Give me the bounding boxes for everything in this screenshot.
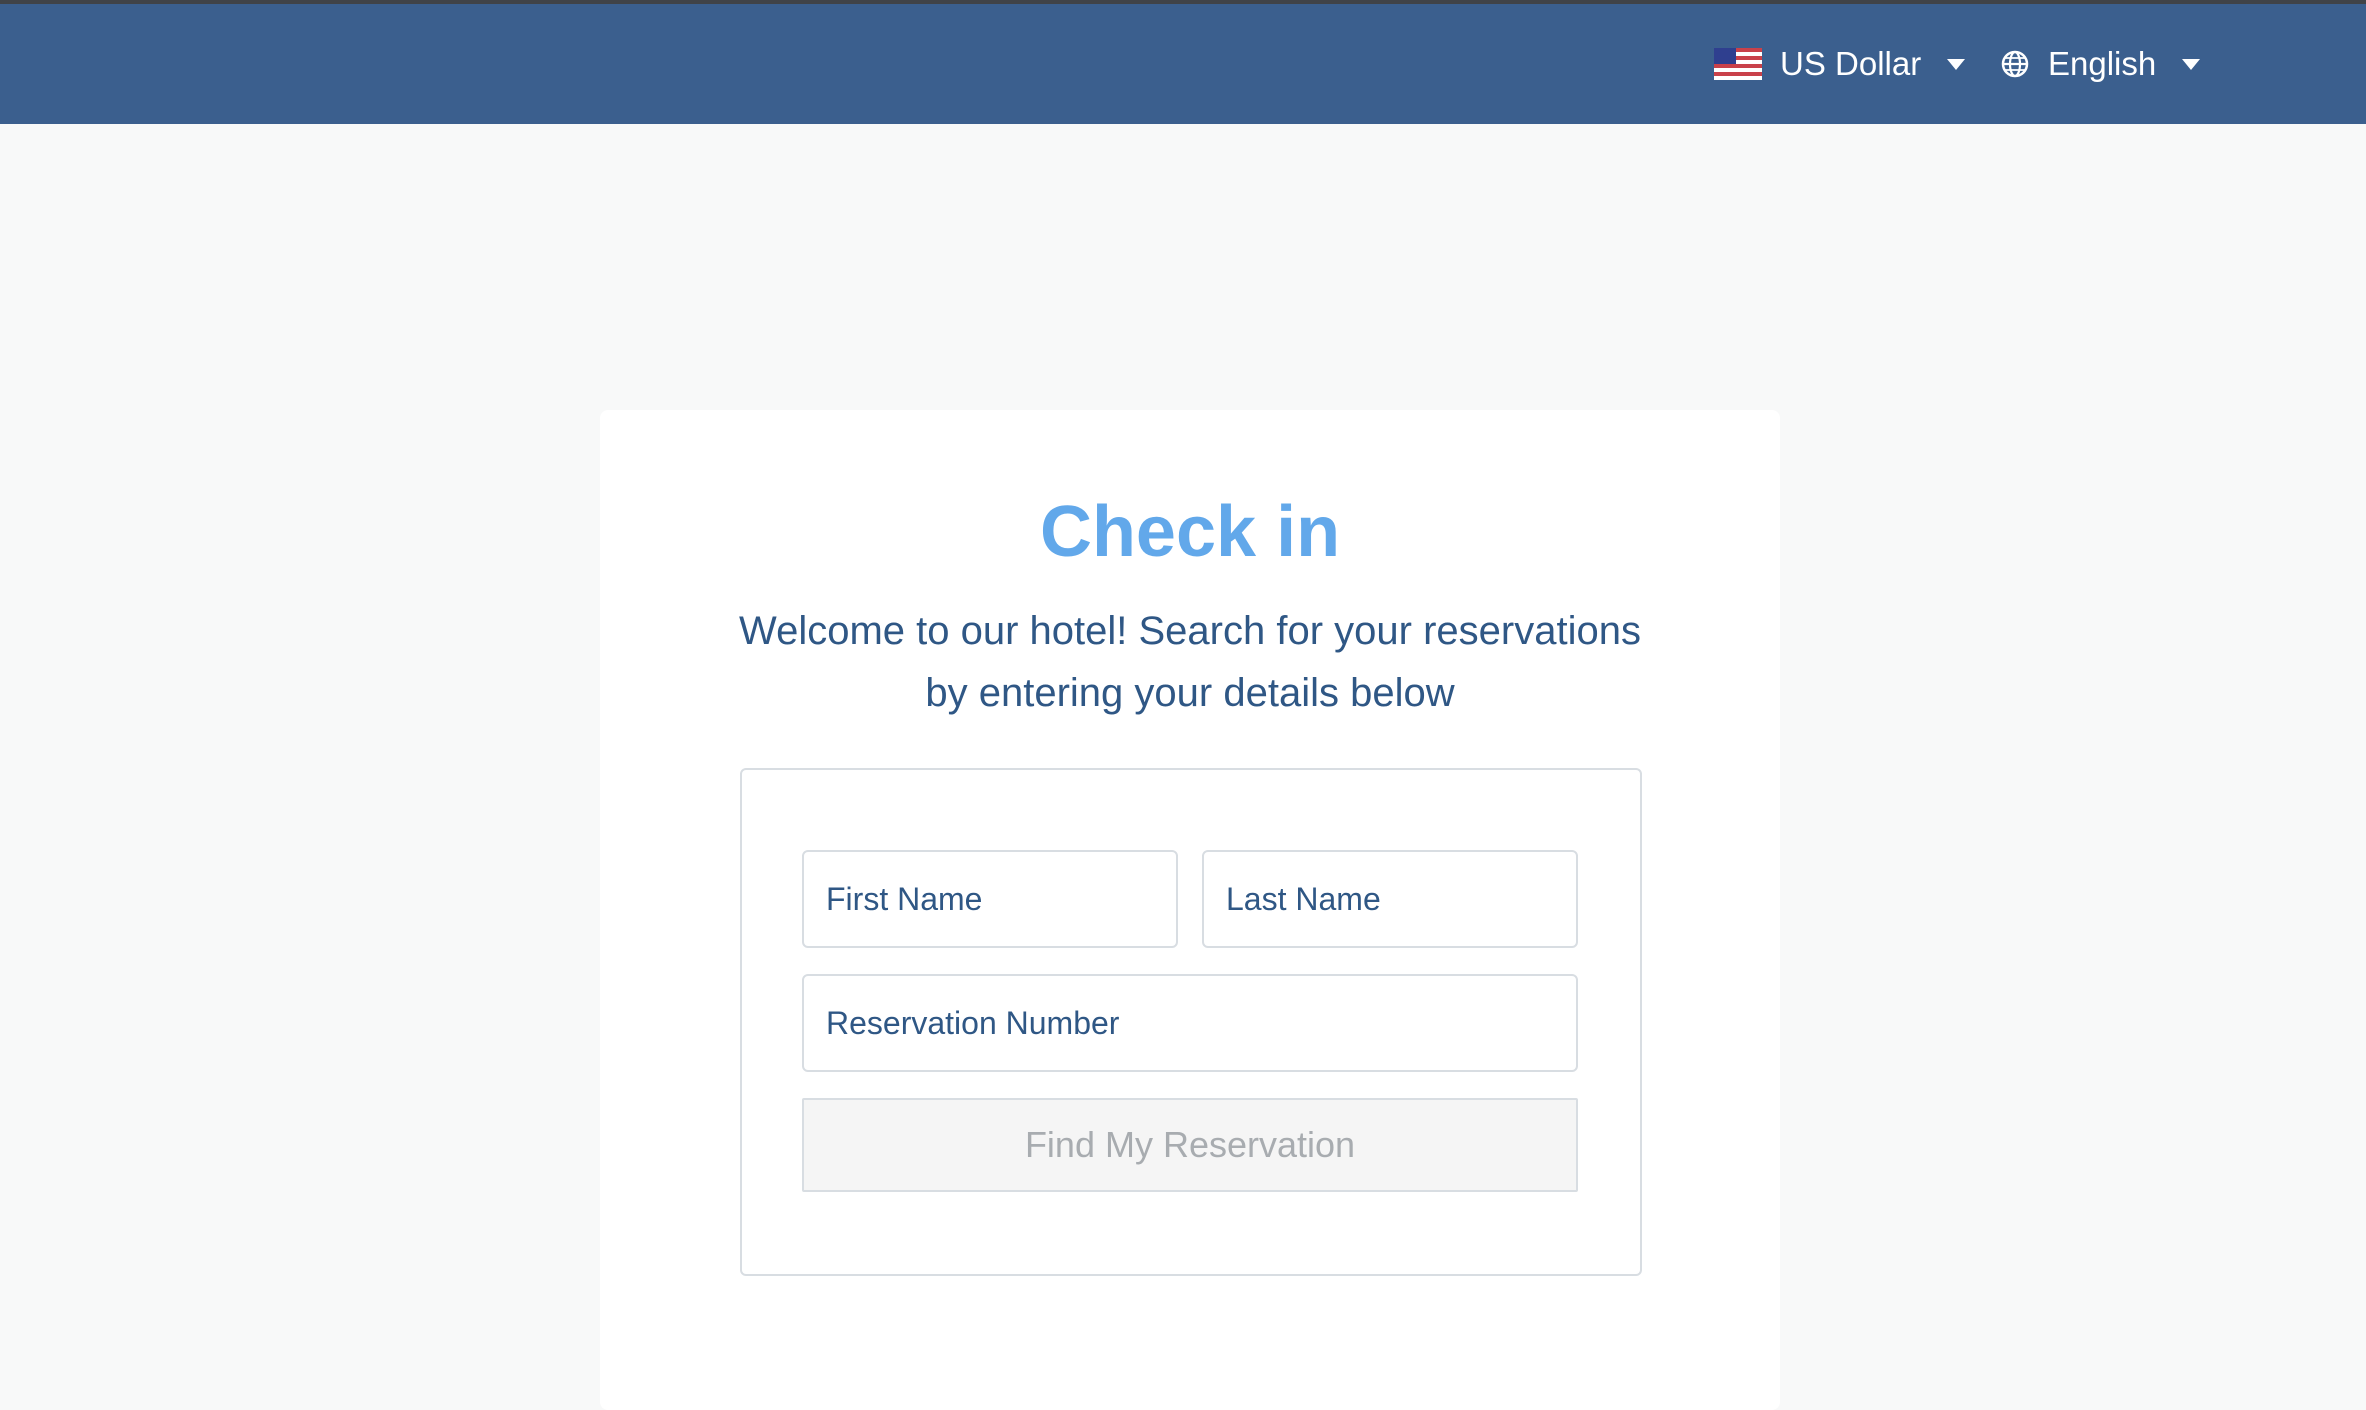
welcome-message: Welcome to our hotel! Search for your re… bbox=[710, 600, 1670, 724]
globe-icon bbox=[2001, 50, 2029, 78]
page-title: Check in bbox=[1039, 492, 1341, 572]
find-my-reservation-button[interactable]: Find My Reservation bbox=[802, 1098, 1578, 1192]
first-name-field[interactable] bbox=[802, 850, 1178, 948]
welcome-message-line-2: by entering your details below bbox=[925, 671, 1455, 715]
language-selector[interactable]: English bbox=[2000, 4, 2201, 124]
last-name-field[interactable] bbox=[1202, 850, 1578, 948]
caret-down-icon bbox=[2182, 58, 2201, 70]
currency-selector[interactable]: US Dollar bbox=[1714, 4, 1966, 124]
reservation-number-field[interactable] bbox=[802, 974, 1578, 1072]
language-label: English bbox=[2048, 45, 2157, 82]
top-header-bar: US Dollar English bbox=[0, 4, 2366, 124]
checkin-card: Check in Welcome to our hotel! Search fo… bbox=[600, 410, 1780, 1410]
currency-label: US Dollar bbox=[1780, 45, 1922, 82]
caret-down-icon bbox=[1947, 58, 1966, 70]
welcome-message-line-1: Welcome to our hotel! Search for your re… bbox=[739, 609, 1641, 653]
reservation-search-form: Find My Reservation bbox=[740, 768, 1642, 1276]
us-flag-icon bbox=[1714, 48, 1762, 80]
